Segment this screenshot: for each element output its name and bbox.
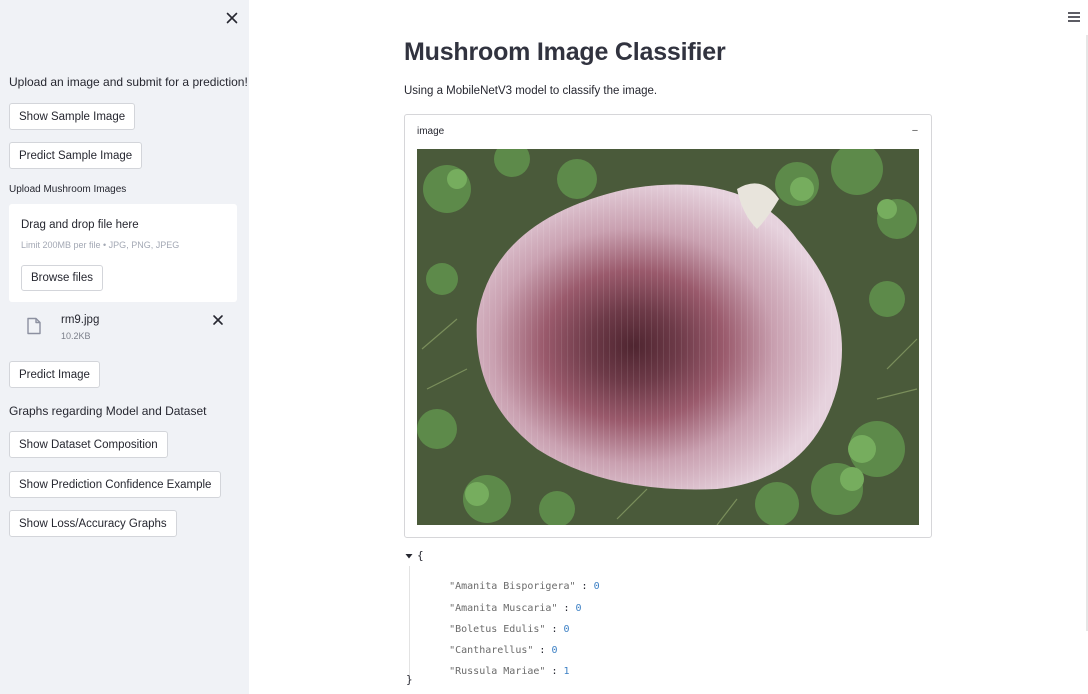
predict-image-button[interactable]: Predict Image: [9, 361, 100, 388]
file-size: 10.2KB: [61, 331, 91, 341]
json-open-brace: {: [417, 549, 424, 562]
sidebar-close-icon[interactable]: [224, 10, 240, 26]
file-dropzone[interactable]: Drag and drop file here Limit 200MB per …: [9, 204, 237, 302]
mushroom-image: [417, 149, 919, 525]
show-sample-image-button[interactable]: Show Sample Image: [9, 103, 136, 130]
json-value: 0: [563, 624, 570, 635]
browse-files-button[interactable]: Browse files: [21, 265, 103, 291]
dropzone-limit-text: Limit 200MB per file • JPG, PNG, JPEG: [21, 240, 180, 250]
sidebar: Upload an image and submit for a predict…: [0, 0, 249, 694]
show-prediction-confidence-button[interactable]: Show Prediction Confidence Example: [9, 471, 222, 498]
graphs-heading: Graphs regarding Model and Dataset: [9, 404, 207, 418]
image-panel: image −: [404, 114, 932, 538]
hamburger-menu-icon[interactable]: [1067, 10, 1081, 24]
collapse-panel-button[interactable]: −: [910, 125, 920, 137]
json-key: "Russula Mariae": [449, 666, 546, 677]
delete-file-close-icon[interactable]: [211, 313, 225, 327]
json-value: 1: [563, 666, 570, 677]
prediction-json-viewer: { "Amanita Bisporigera" : 0 "Amanita Mus…: [404, 548, 804, 694]
file-name: rm9.jpg: [61, 314, 100, 326]
uploaded-file-item: rm9.jpg 10.2KB: [9, 308, 237, 348]
show-dataset-composition-button[interactable]: Show Dataset Composition: [9, 431, 168, 458]
json-close-brace: }: [406, 673, 413, 686]
upload-label: Upload Mushroom Images: [9, 184, 127, 195]
predict-sample-image-button[interactable]: Predict Sample Image: [9, 142, 143, 169]
json-key: "Amanita Bisporigera": [449, 581, 576, 592]
image-panel-label: image: [417, 126, 445, 137]
page-subtitle: Using a MobileNetV3 model to classify th…: [404, 85, 658, 97]
json-value: 0: [575, 603, 582, 614]
page-title: Mushroom Image Classifier: [404, 38, 726, 66]
sidebar-intro-text: Upload an image and submit for a predict…: [9, 75, 248, 89]
dropzone-title: Drag and drop file here: [21, 219, 139, 231]
json-row: "Russula Mariae" : 1: [449, 666, 570, 677]
caret-down-icon[interactable]: [405, 552, 413, 560]
json-indent-rail: [409, 566, 410, 676]
show-loss-accuracy-button[interactable]: Show Loss/Accuracy Graphs: [9, 510, 177, 537]
json-value: 0: [593, 581, 600, 592]
file-icon: [26, 317, 42, 335]
